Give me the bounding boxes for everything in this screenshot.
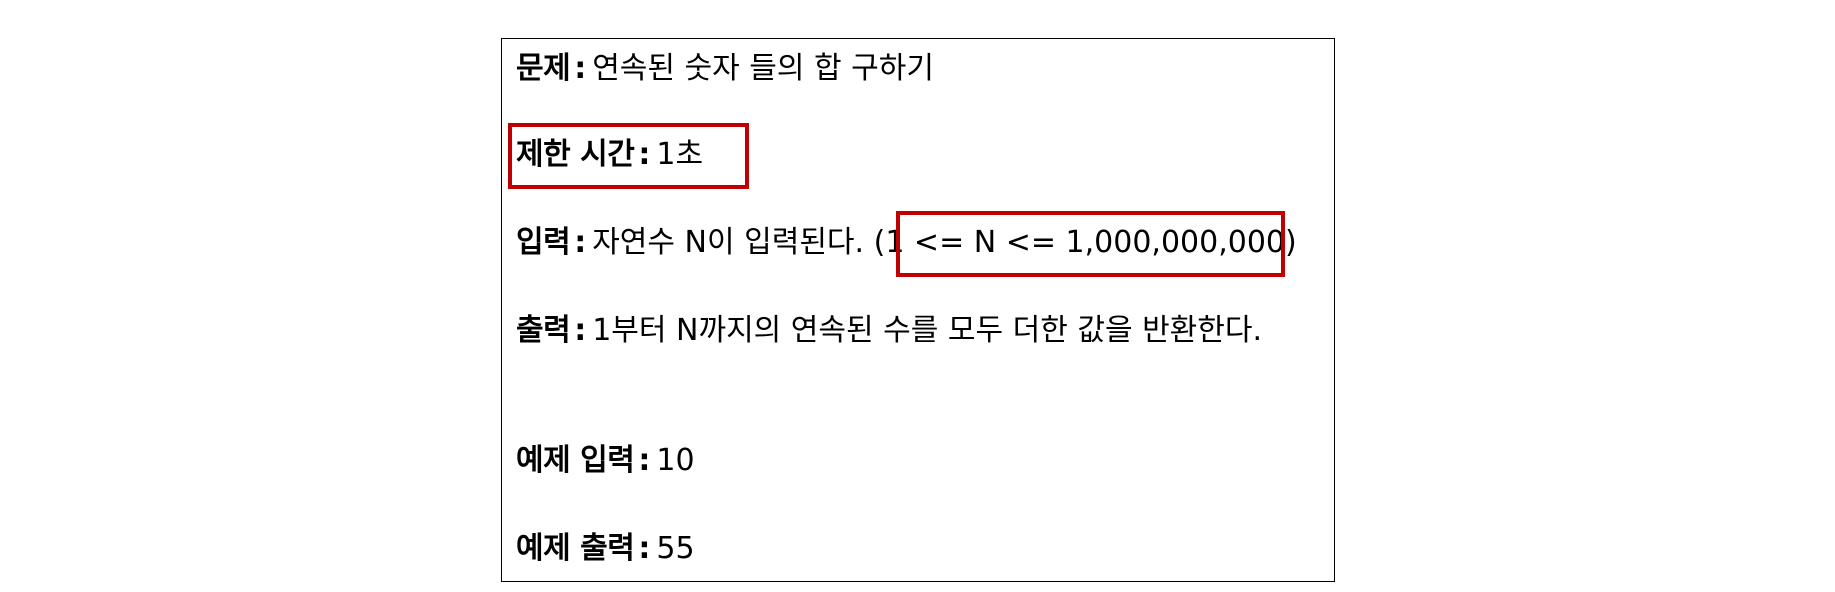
example-input-label: 예제 입력 (516, 443, 635, 478)
example-output-value: 55 (656, 531, 695, 566)
example-input-value: 10 (656, 443, 695, 478)
problem-title-line: 문제: 연속된 숫자 들의 합 구하기 (516, 49, 934, 89)
problem-title-label: 문제 (516, 51, 571, 86)
separator: : (574, 51, 587, 86)
input-label: 입력 (516, 225, 571, 260)
separator: : (638, 531, 651, 566)
problem-title-value: 연속된 숫자 들의 합 구하기 (592, 51, 934, 86)
separator: : (574, 313, 587, 348)
problem-box: 문제: 연속된 숫자 들의 합 구하기 제한 시간:1초 입력: 자연수 N이 입력… (501, 38, 1335, 582)
example-output-label: 예제 출력 (516, 531, 635, 566)
separator: : (638, 443, 651, 478)
output-line: 출력:1부터 N까지의 연속된 수를 모두 더한 값을 반환한다. (516, 311, 1262, 351)
input-value: 자연수 N이 입력된다. (592, 225, 865, 260)
output-value: 1부터 N까지의 연속된 수를 모두 더한 값을 반환한다. (592, 313, 1263, 348)
separator: : (574, 225, 587, 260)
output-label: 출력 (516, 313, 571, 348)
time-limit-highlight-box (508, 123, 749, 189)
example-input-line: 예제 입력:10 (516, 441, 695, 481)
example-output-line: 예제 출력:55 (516, 529, 695, 569)
input-range-highlight-box (896, 211, 1285, 277)
